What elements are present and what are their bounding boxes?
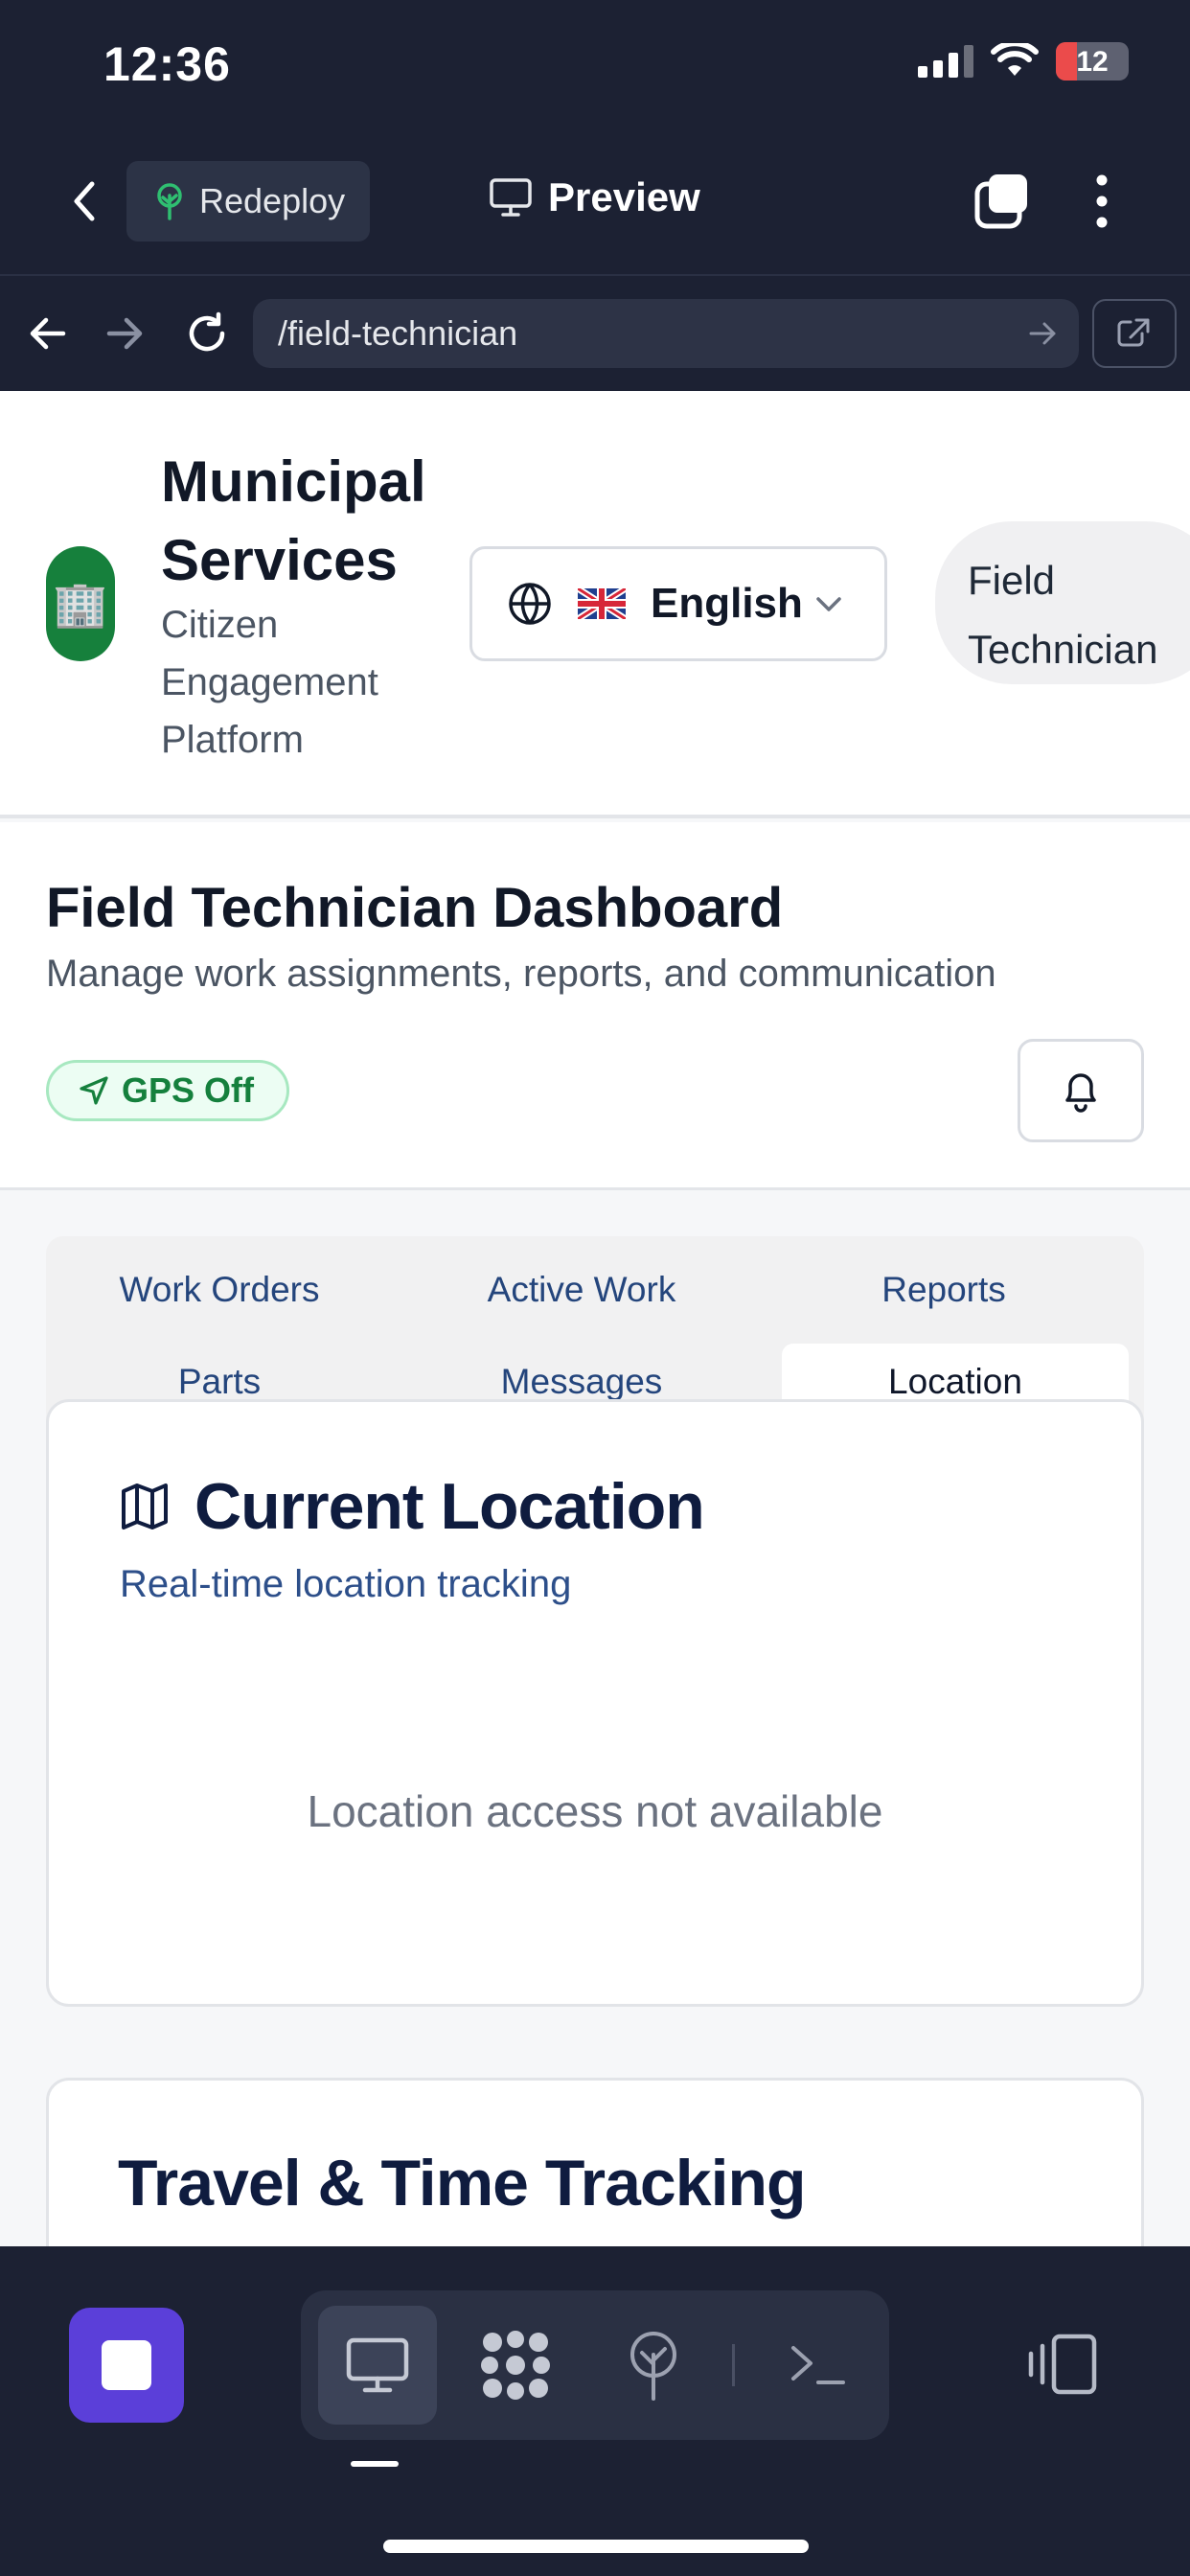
language-label: English xyxy=(651,580,803,627)
deploy-tool-button[interactable] xyxy=(594,2306,713,2425)
tab-active-work[interactable]: Active Work xyxy=(408,1252,755,1328)
gps-status-badge: GPS Off xyxy=(46,1060,289,1121)
status-time: 12:36 xyxy=(103,37,231,91)
uk-flag-icon xyxy=(578,588,626,619)
current-location-card: Current Location Real-time location trac… xyxy=(46,1399,1144,2007)
desktop-tool-button[interactable] xyxy=(318,2306,437,2425)
toolbar-divider xyxy=(732,2344,735,2386)
more-vertical-icon[interactable] xyxy=(1083,171,1121,232)
navigation-icon xyxy=(80,1076,108,1105)
page-title: Field Technician Dashboard xyxy=(46,877,784,939)
current-location-description: Real-time location tracking xyxy=(120,1563,572,1605)
terminal-icon xyxy=(791,2346,845,2384)
apps-tool-button[interactable] xyxy=(456,2306,575,2425)
battery-icon: 12 xyxy=(1056,42,1129,80)
travel-time-title: Travel & Time Tracking xyxy=(118,2147,807,2220)
building-icon: 🏢 xyxy=(46,546,115,661)
bell-icon xyxy=(1065,1073,1096,1113)
preview-title: Preview xyxy=(489,174,700,220)
open-external-button[interactable] xyxy=(1092,299,1177,368)
card-title: Current Location xyxy=(118,1469,705,1544)
preview-label: Preview xyxy=(548,174,700,219)
tool-group xyxy=(301,2290,889,2440)
role-badge: Field Technician xyxy=(935,521,1190,684)
status-bar: 12:36 12 xyxy=(0,0,1190,134)
monitor-icon xyxy=(490,178,532,217)
tab-reports[interactable]: Reports xyxy=(770,1252,1117,1328)
dashboard-header: Field Technician Dashboard Manage work a… xyxy=(0,822,1190,1190)
arrow-left-icon[interactable] xyxy=(19,305,77,362)
desktop-icon xyxy=(346,2337,409,2393)
back-chevron-icon[interactable] xyxy=(59,174,113,228)
current-location-title: Current Location xyxy=(195,1470,705,1543)
page-subtitle: Manage work assignments, reports, and co… xyxy=(46,953,996,995)
active-tool-indicator xyxy=(351,2461,399,2467)
org-name: Municipal Services xyxy=(161,449,426,592)
bottom-toolbar xyxy=(0,2246,1190,2576)
tab-work-orders[interactable]: Work Orders xyxy=(46,1252,393,1328)
map-icon xyxy=(122,1484,168,1530)
split-layout-icon[interactable] xyxy=(1025,2331,1102,2398)
stop-icon xyxy=(102,2340,151,2390)
app-bar: Redeploy Preview xyxy=(0,153,1190,249)
site-header: 🏢 Municipal Services Citizen Engagement … xyxy=(0,391,1190,818)
battery-level: 12 xyxy=(1076,46,1109,78)
org-subtitle: Citizen Engagement Platform xyxy=(161,604,378,761)
globe-icon xyxy=(509,583,551,625)
notifications-button[interactable] xyxy=(1018,1039,1144,1142)
location-empty-message: Location access not available xyxy=(307,1786,883,1836)
role-label: Field Technician xyxy=(968,558,1158,672)
url-input[interactable]: /field-technician xyxy=(253,299,1079,368)
tabs-icon[interactable] xyxy=(972,171,1033,232)
arrow-right-icon[interactable] xyxy=(96,305,153,362)
wifi-icon xyxy=(991,43,1039,76)
top-chrome: 12:36 12 Redeploy Preview /field-technic… xyxy=(0,0,1190,391)
url-text: /field-technician xyxy=(278,313,518,353)
status-icons: 12 xyxy=(918,42,1129,80)
redeploy-label: Redeploy xyxy=(199,181,346,220)
go-arrow-icon[interactable] xyxy=(1025,316,1060,351)
terminal-tool-button[interactable] xyxy=(759,2306,878,2425)
chevron-down-icon xyxy=(816,597,841,611)
stop-button[interactable] xyxy=(69,2308,184,2423)
browser-url-bar: /field-technician xyxy=(0,274,1190,391)
deploy-icon xyxy=(630,2332,676,2401)
apps-icon xyxy=(481,2331,550,2400)
tree-icon xyxy=(157,183,182,220)
cellular-signal-icon xyxy=(918,45,973,78)
reload-icon[interactable] xyxy=(178,305,236,362)
external-link-icon xyxy=(1117,318,1150,347)
gps-status-label: GPS Off xyxy=(122,1070,255,1110)
home-indicator xyxy=(383,2540,809,2553)
language-select[interactable]: English xyxy=(469,546,887,661)
redeploy-button[interactable]: Redeploy xyxy=(126,161,370,242)
